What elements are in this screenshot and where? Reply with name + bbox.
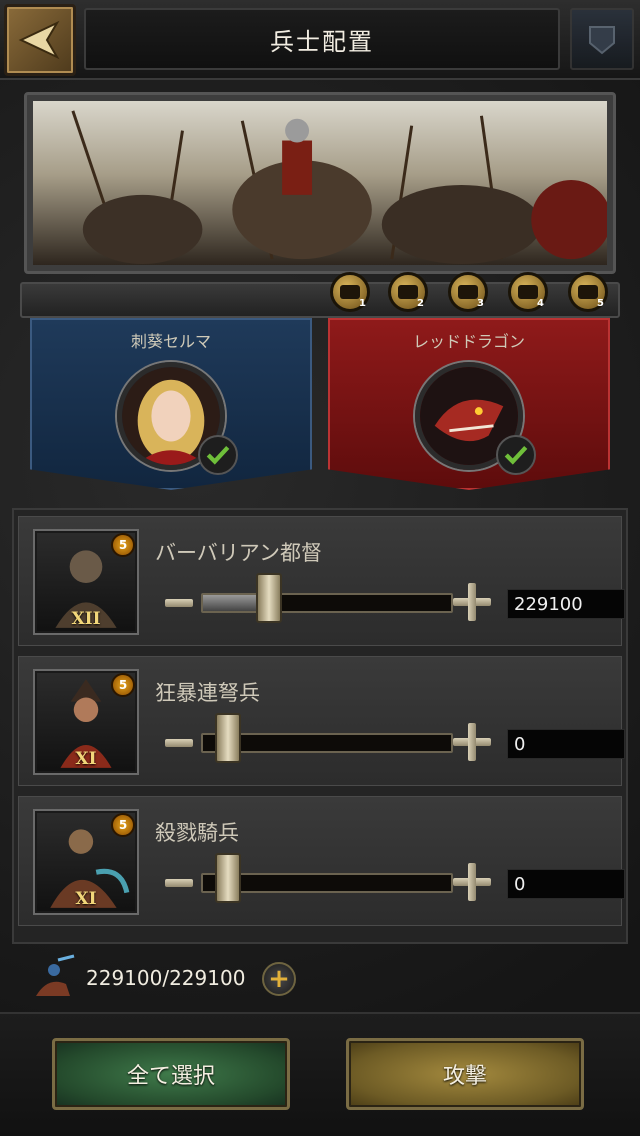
formation-medal-3[interactable]: 3 — [448, 272, 488, 312]
battle-scene-image — [33, 101, 607, 265]
emblem-icon — [589, 26, 615, 55]
troop-portrait[interactable]: 5 XI — [33, 809, 139, 915]
decrease-button[interactable] — [165, 879, 193, 887]
troop-portrait[interactable]: 5 XI — [33, 669, 139, 775]
selected-check-icon — [496, 435, 536, 475]
medal-number: 4 — [537, 298, 544, 309]
troop-count-input[interactable]: 229100 — [507, 589, 625, 619]
commander-portrait — [415, 362, 536, 475]
help-button[interactable] — [570, 8, 634, 70]
select-all-label: 全て選択 — [126, 1064, 215, 1089]
page-title: 兵士配置 — [270, 27, 374, 56]
commander-portrait — [117, 362, 238, 475]
top-bar: 兵士配置 — [0, 0, 640, 80]
troop-portrait[interactable]: 5 XII — [33, 529, 139, 635]
formation-medal-1[interactable]: 1 — [330, 272, 370, 312]
level-badge: 5 — [111, 813, 135, 837]
troop-name: 狂暴連弩兵 — [155, 681, 260, 705]
troop-name: 殺戮騎兵 — [155, 821, 239, 845]
slider-handle[interactable] — [215, 713, 241, 763]
troop-row: 5 XI 狂暴連弩兵 0 — [18, 656, 625, 786]
commander-banner-right[interactable]: レッドドラゴン — [328, 318, 610, 490]
increase-button[interactable] — [453, 723, 491, 761]
plus-icon: + — [268, 964, 290, 994]
troop-row: 5 XII バーバリアン都督 229100 — [18, 516, 625, 646]
medal-number: 1 — [359, 298, 366, 309]
tier-label: XI — [75, 889, 97, 909]
commander-banner-left[interactable]: 刺葵セルマ — [30, 318, 312, 490]
cavalry-unit-icon — [36, 954, 75, 996]
decrease-button[interactable] — [165, 739, 193, 747]
commander-name: レッドドラゴン — [412, 332, 525, 351]
medal-number: 2 — [417, 298, 424, 309]
tier-label: XII — [71, 609, 101, 629]
fist-icon — [398, 285, 418, 299]
fist-icon — [458, 285, 478, 299]
troop-total: 229100/229100 — [86, 966, 246, 990]
attack-label: 攻撃 — [442, 1064, 487, 1089]
slider-handle[interactable] — [215, 853, 241, 903]
formation-medal-4[interactable]: 4 — [508, 272, 548, 312]
increase-button[interactable] — [453, 863, 491, 901]
formation-medal-2[interactable]: 2 — [388, 272, 428, 312]
level-badge: 5 — [111, 673, 135, 697]
troop-count-input[interactable]: 0 — [507, 869, 625, 899]
battle-banner — [24, 92, 616, 274]
tier-label: XI — [75, 749, 97, 769]
formation-medal-5[interactable]: 5 — [568, 272, 608, 312]
select-all-button[interactable]: 全て選択 — [52, 1038, 290, 1110]
increase-button[interactable] — [453, 583, 491, 621]
fist-icon — [518, 285, 538, 299]
troop-name: バーバリアン都督 — [155, 541, 322, 565]
fist-icon — [578, 285, 598, 299]
commander-name: 刺葵セルマ — [130, 332, 211, 351]
fist-icon — [340, 285, 360, 299]
troop-count-input[interactable]: 0 — [507, 729, 625, 759]
title-bar: 兵士配置 — [84, 8, 560, 70]
troop-list: 5 XII バーバリアン都督 229100 5 XI 狂暴連弩兵 0 5 XI … — [12, 508, 628, 944]
decrease-button[interactable] — [165, 599, 193, 607]
troop-row: 5 XI 殺戮騎兵 0 — [18, 796, 625, 926]
arrow-left-icon — [18, 20, 60, 60]
slider-handle[interactable] — [256, 573, 283, 623]
back-button[interactable] — [4, 4, 76, 76]
troop-slider[interactable] — [201, 593, 453, 613]
medal-number: 3 — [477, 298, 484, 309]
selected-check-icon — [198, 435, 238, 475]
medal-number: 5 — [597, 298, 604, 309]
level-badge: 5 — [111, 533, 135, 557]
add-troops-button[interactable]: + — [262, 962, 296, 996]
attack-button[interactable]: 攻撃 — [346, 1038, 584, 1110]
